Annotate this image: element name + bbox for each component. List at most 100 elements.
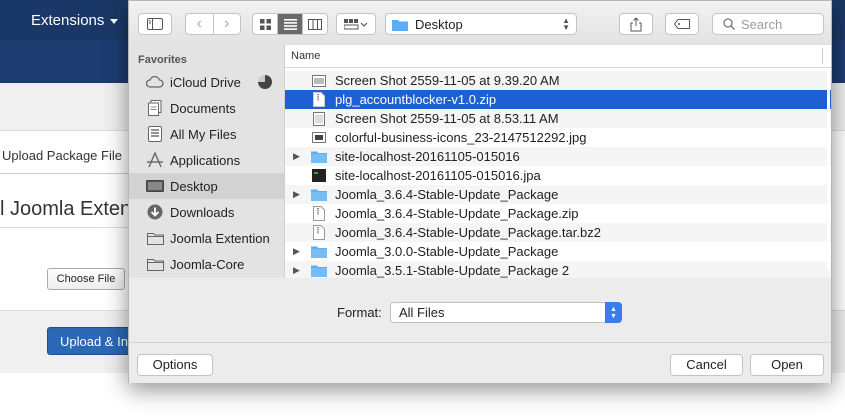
- vertical-scrollbar[interactable]: [827, 70, 830, 270]
- image-icon: [311, 130, 327, 146]
- sidebar-item-label: Desktop: [170, 178, 218, 194]
- sidebar-item-joomla-extention[interactable]: Joomla Extention: [129, 225, 284, 251]
- sidebar-item-icloud-drive[interactable]: iCloud Drive: [129, 69, 284, 95]
- extensions-menu[interactable]: Extensions: [31, 12, 119, 29]
- file-row[interactable]: Joomla_3.6.4-Stable-Update_Package.zip: [285, 204, 831, 223]
- arrange-button[interactable]: [336, 13, 376, 35]
- arrange-icon: [344, 18, 368, 29]
- sidebar-toggle-button[interactable]: [138, 13, 172, 35]
- chevron-left-icon: ‹: [196, 15, 202, 32]
- format-select[interactable]: All Files ▲ ▼: [390, 302, 622, 323]
- list-icon: [283, 18, 297, 30]
- chevron-right-icon: ›: [224, 15, 230, 32]
- upload-package-tab[interactable]: Upload Package File: [2, 148, 122, 163]
- sidebar-item-label: Applications: [170, 152, 241, 168]
- cancel-button[interactable]: Cancel: [670, 354, 743, 376]
- file-row[interactable]: Joomla_3.6.4-Stable-Update_Package.tar.b…: [285, 223, 831, 242]
- options-button[interactable]: Options: [137, 354, 213, 376]
- file-row[interactable]: colorful-business-icons_23-2147512292.jp…: [285, 128, 831, 147]
- screenshot-icon: [311, 111, 327, 127]
- sidebar-item-label: Downloads: [170, 204, 235, 220]
- disclosure-triangle-icon[interactable]: ▶: [293, 151, 303, 162]
- file-name: site-localhost-20161105-015016: [335, 149, 520, 164]
- sidebar-icon: [147, 18, 163, 30]
- file-name: Joomla_3.6.4-Stable-Update_Package.tar.b…: [335, 225, 601, 240]
- view-mode-group: [252, 13, 328, 35]
- share-icon: [630, 16, 642, 31]
- file-row[interactable]: Screen Shot 2559-11-05 at 8.53.11 AM: [285, 109, 831, 128]
- caret-down-icon: [110, 18, 119, 24]
- file-row[interactable]: site-localhost-20161105-015016.jpa: [285, 166, 831, 185]
- zip-icon: [311, 92, 327, 108]
- sidebar-item-desktop[interactable]: Desktop: [129, 173, 284, 199]
- screenshot-icon: [311, 73, 327, 89]
- column-divider: [822, 48, 823, 64]
- location-popup[interactable]: Desktop ▲ ▼: [385, 13, 577, 35]
- folder-row[interactable]: ▶ Joomla_3.0.0-Stable-Update_Package: [285, 242, 831, 261]
- zip-icon: [311, 225, 327, 241]
- all-files-icon: [146, 125, 164, 143]
- folder-icon: [311, 187, 327, 203]
- sidebar-item-documents[interactable]: Documents: [129, 95, 284, 121]
- documents-icon: [146, 99, 164, 117]
- tab-divider: [0, 173, 128, 174]
- sidebar-item-label: All My Files: [170, 126, 237, 142]
- columns-icon: [308, 18, 322, 30]
- name-column-label: Name: [291, 50, 321, 62]
- file-name: Screen Shot 2559-11-05 at 8.53.11 AM: [335, 111, 559, 126]
- folder-row[interactable]: ▶ Joomla_3.6.4-Stable-Update_Package: [285, 185, 831, 204]
- sidebar-item-label: Documents: [170, 100, 236, 116]
- tag-icon: [674, 19, 690, 29]
- folder-icon: [311, 149, 327, 165]
- forward-button[interactable]: ›: [212, 14, 241, 34]
- extensions-menu-label: Extensions: [31, 12, 105, 29]
- sidebar-item-label: iCloud Drive: [170, 74, 241, 90]
- sidebar-item-downloads[interactable]: Downloads: [129, 199, 284, 225]
- open-button[interactable]: Open: [750, 354, 824, 376]
- search-field[interactable]: Search: [712, 13, 824, 35]
- disclosure-triangle-icon[interactable]: ▶: [293, 265, 303, 276]
- navigation-group: ‹ ›: [185, 13, 241, 35]
- tag-button[interactable]: [665, 13, 699, 35]
- column-view-button[interactable]: [302, 14, 327, 34]
- sidebar-item-label: Joomla Extention: [170, 230, 270, 246]
- sync-progress-icon: [258, 75, 272, 89]
- favorites-heading: Favorites: [138, 54, 187, 66]
- file-row-selected[interactable]: plg_accountblocker-v1.0.zip: [285, 90, 831, 109]
- disclosure-triangle-icon[interactable]: ▶: [293, 246, 303, 257]
- format-value: All Files: [399, 305, 445, 320]
- file-name: Screen Shot 2559-11-05 at 9.39.20 AM: [335, 73, 560, 88]
- folder-icon: [311, 263, 327, 279]
- location-label: Desktop: [415, 16, 463, 32]
- list-view-button[interactable]: [277, 14, 302, 34]
- sidebar-item-all-my-files[interactable]: All My Files: [129, 121, 284, 147]
- sidebar-item-applications[interactable]: Applications: [129, 147, 284, 173]
- downloads-icon: [146, 203, 164, 221]
- zip-icon: [311, 206, 327, 222]
- file-name: plg_accountblocker-v1.0.zip: [335, 92, 497, 107]
- format-label: Format:: [337, 305, 382, 320]
- name-column-header[interactable]: Name: [285, 45, 831, 68]
- icon-view-button[interactable]: [253, 14, 277, 34]
- heading-divider: [0, 227, 128, 228]
- file-name: site-localhost-20161105-015016.jpa: [335, 168, 541, 183]
- choose-file-button[interactable]: Choose File: [47, 268, 125, 290]
- file-list: Name Screen Shot 2559-11-05 at 9.39.20 A…: [285, 45, 831, 280]
- archive-icon: [311, 168, 327, 184]
- search-icon: [723, 18, 735, 30]
- chevron-updown-icon: ▲ ▼: [562, 16, 570, 32]
- cloud-icon: [146, 73, 164, 91]
- share-button[interactable]: [619, 13, 653, 35]
- search-placeholder: Search: [741, 16, 783, 32]
- back-button[interactable]: ‹: [186, 14, 213, 34]
- sidebar-item-joomla-core[interactable]: Joomla-Core: [129, 251, 284, 277]
- file-name: Joomla_3.0.0-Stable-Update_Package: [335, 244, 559, 259]
- file-row[interactable]: Screen Shot 2559-11-05 at 9.39.20 AM: [285, 71, 831, 90]
- desktop-icon: [146, 177, 164, 195]
- folder-icon: [146, 255, 164, 273]
- file-name: Joomla_3.6.4-Stable-Update_Package: [335, 187, 559, 202]
- file-name: colorful-business-icons_23-2147512292.jp…: [335, 130, 587, 145]
- folder-row[interactable]: ▶ site-localhost-20161105-015016: [285, 147, 831, 166]
- chevron-updown-icon: ▲ ▼: [605, 302, 622, 323]
- disclosure-triangle-icon[interactable]: ▶: [293, 189, 303, 200]
